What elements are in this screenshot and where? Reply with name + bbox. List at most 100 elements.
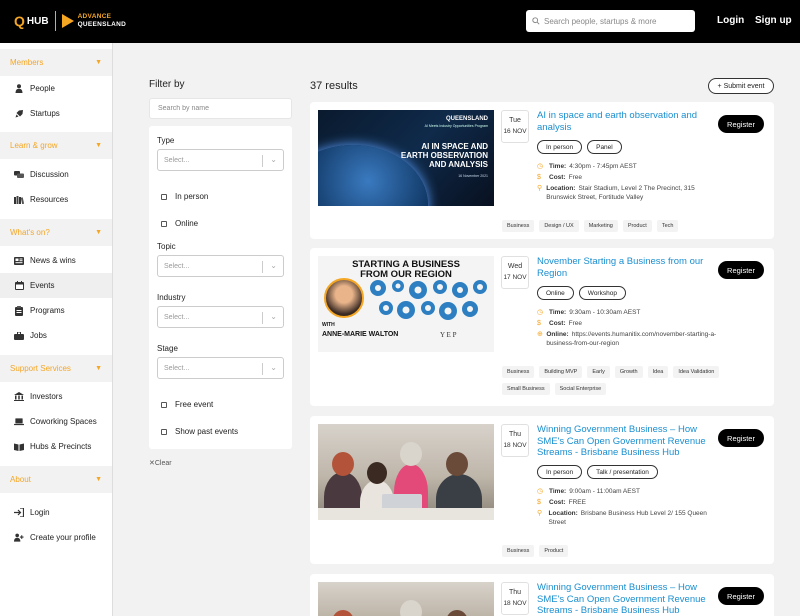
event-image[interactable]: QUEENSLAND AI Meets Industry Opportuniti… (318, 110, 494, 206)
format-pill: Online (537, 286, 574, 300)
section-title: Support Services (10, 364, 71, 373)
date-num: 17 NOV (503, 274, 527, 281)
industry-select[interactable]: Select... ⌄ (157, 306, 284, 328)
sidebar-section-about[interactable]: About ▼ (0, 466, 112, 493)
sidebar-item-startups[interactable]: Startups (0, 101, 112, 126)
in-person-checkbox[interactable]: In person (161, 192, 208, 201)
sidebar-item-news[interactable]: News & wins (0, 248, 112, 273)
event-title[interactable]: Winning Government Business – How SME's … (537, 424, 712, 459)
event-online-url[interactable]: https://events.humanitix.com/november-st… (546, 331, 716, 347)
select-placeholder: Select... (164, 313, 190, 321)
sidebar-section-members[interactable]: Members ▼ (0, 49, 112, 76)
sidebar-section-learn[interactable]: Learn & grow ▼ (0, 132, 112, 159)
event-tags: Business Building MVP Early Growth Idea … (502, 366, 767, 395)
global-search[interactable] (526, 10, 695, 32)
select-divider (262, 155, 263, 167)
tag[interactable]: Tech (656, 220, 679, 232)
tag[interactable]: Idea Validation (673, 366, 720, 378)
event-image[interactable]: STARTING A BUSINESS FROM OUR REGION WITH … (318, 256, 494, 352)
sidebar-item-people[interactable]: People (0, 76, 112, 101)
checkbox-box[interactable] (161, 193, 167, 200)
event-cost: Free (568, 320, 582, 327)
register-button[interactable]: Register (718, 429, 764, 447)
sidebar-item-label: Coworking Spaces (30, 417, 97, 426)
sidebar-item-login[interactable]: Login (0, 500, 112, 525)
tag[interactable]: Marketing (583, 220, 618, 232)
tag[interactable]: Business (502, 220, 535, 232)
logo-hub: HUB (26, 15, 49, 27)
sidebar-section-whats-on[interactable]: What's on? ▼ (0, 219, 112, 246)
event-info: ◷ Time: 4:30pm - 7:45pm AEST $ Cost: Free ⚲ L… (537, 162, 717, 204)
checkbox-box[interactable] (161, 220, 167, 227)
show-past-checkbox[interactable]: Show past events (161, 427, 238, 436)
image-date: 16 November 2021 (458, 174, 488, 178)
tag[interactable]: Idea (647, 366, 669, 378)
sidebar-item-label: Investors (30, 392, 63, 401)
signup-link[interactable]: Sign up (755, 15, 792, 26)
tag[interactable]: Early (587, 366, 610, 378)
register-button[interactable]: Register (718, 115, 764, 133)
stage-select[interactable]: Select... ⌄ (157, 357, 284, 379)
register-button[interactable]: Register (718, 587, 764, 605)
event-time: 9:30am - 10:30am AEST (569, 309, 641, 316)
date-day: Tue (509, 117, 521, 124)
event-card[interactable]: STARTING A BUSINESS FROM OUR REGION WITH … (310, 248, 774, 406)
sidebar-item-investors[interactable]: Investors (0, 384, 112, 409)
event-tags: Business Design / UX Marketing Product T… (502, 220, 767, 232)
sidebar-item-hubs[interactable]: Hubs & Precincts (0, 434, 112, 459)
tag[interactable]: Product (539, 545, 569, 557)
filter-search[interactable] (149, 98, 292, 119)
sidebar-item-label: Jobs (30, 331, 47, 340)
free-event-checkbox[interactable]: Free event (161, 400, 213, 409)
event-card[interactable]: Thu 18 NOV Winning Government Business –… (310, 416, 774, 564)
chevron-down-icon: ⌄ (270, 312, 277, 321)
register-button[interactable]: Register (718, 261, 764, 279)
filter-search-input[interactable] (158, 105, 278, 112)
tag[interactable]: Growth (614, 366, 643, 378)
checkbox-box[interactable] (161, 401, 167, 408)
event-card[interactable]: QUEENSLAND AI Meets Industry Opportuniti… (310, 102, 774, 239)
event-card[interactable]: Thu 18 NOV Winning Government Business –… (310, 574, 774, 616)
chevron-down-icon: ▼ (95, 142, 102, 149)
sidebar-item-events[interactable]: Events (0, 273, 112, 298)
tag[interactable]: Business (502, 545, 535, 557)
type-select[interactable]: Select... ⌄ (157, 149, 284, 171)
sidebar-item-discussion[interactable]: Discussion (0, 162, 112, 187)
event-image[interactable] (318, 582, 494, 616)
tag[interactable]: Product (622, 220, 652, 232)
type-pill: Talk / presentation (587, 465, 658, 479)
sidebar-item-label: Events (30, 281, 55, 290)
sidebar-item-jobs[interactable]: Jobs (0, 323, 112, 348)
submit-event-button[interactable]: + Submit event (708, 78, 774, 94)
event-title[interactable]: Winning Government Business – How SME's … (537, 582, 712, 616)
qhub-logo[interactable]: Q HUB ADVANCE QUEENSLAND (14, 11, 126, 31)
filter-panel: Type Select... ⌄ In person Online Topic … (149, 126, 292, 449)
clock-icon: ◷ (537, 488, 544, 495)
tag[interactable]: Small Business (502, 383, 550, 395)
online-checkbox[interactable]: Online (161, 219, 198, 228)
chat-icon (14, 170, 24, 180)
chevron-down-icon: ⌄ (270, 261, 277, 270)
tag[interactable]: Building MVP (539, 366, 583, 378)
person-graphic (332, 610, 354, 616)
date-day: Wed (507, 263, 523, 270)
clear-filters-link[interactable]: ✕Clear (149, 459, 172, 467)
sidebar-item-programs[interactable]: Programs (0, 298, 112, 323)
event-title[interactable]: November Starting a Business from our Re… (537, 256, 712, 279)
tag[interactable]: Design / UX (539, 220, 579, 232)
sidebar: Members ▼ People Startups Learn & grow ▼ D… (0, 43, 113, 616)
tag[interactable]: Business (502, 366, 535, 378)
sidebar-item-coworking[interactable]: Coworking Spaces (0, 409, 112, 434)
event-time: 9:00am - 11:00am AEST (569, 488, 640, 495)
global-search-input[interactable] (544, 16, 689, 26)
sidebar-item-label: News & wins (30, 256, 76, 265)
sidebar-item-resources[interactable]: Resources (0, 187, 112, 212)
login-link[interactable]: Login (717, 15, 744, 26)
sidebar-section-support[interactable]: Support Services ▼ (0, 355, 112, 382)
event-image[interactable] (318, 424, 494, 520)
topic-select[interactable]: Select... ⌄ (157, 255, 284, 277)
checkbox-box[interactable] (161, 428, 167, 435)
event-title[interactable]: AI in space and earth observation and an… (537, 110, 712, 133)
sidebar-item-create-profile[interactable]: Create your profile (0, 525, 112, 550)
tag[interactable]: Social Enterprise (554, 383, 607, 395)
